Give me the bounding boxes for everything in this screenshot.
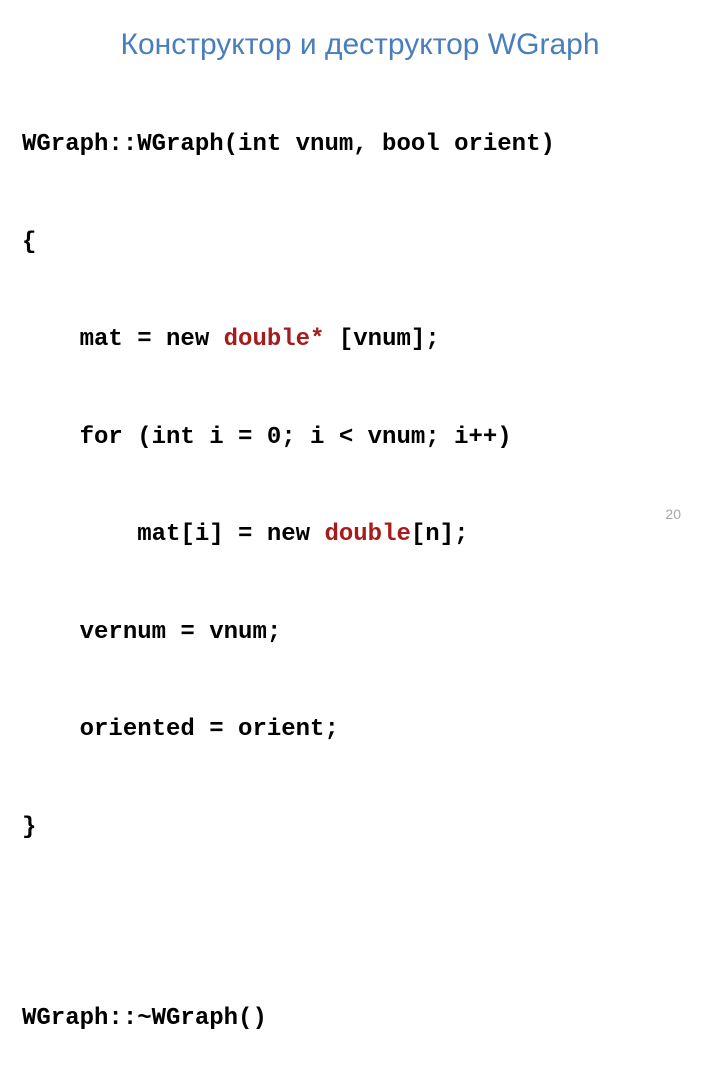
code-line: mat = new double* [vnum]; [22, 324, 692, 357]
code-line: { [22, 227, 692, 260]
code-text: [n]; [410, 521, 469, 548]
code-text: vernum = vnum; [22, 618, 282, 646]
code-text: mat = new [22, 326, 224, 353]
code-area: WGraph::WGraph(int vnum, bool orient) { … [22, 64, 692, 1080]
code-block-constructor: WGraph::WGraph(int vnum, bool orient) { … [22, 64, 692, 909]
code-keyword: double [324, 521, 411, 548]
code-line: mat[i] = new double[n]; [22, 519, 692, 552]
code-keyword: double* [223, 326, 325, 353]
code-line: WGraph::~WGraph() [22, 1003, 692, 1036]
code-line: oriented = orient; [22, 714, 692, 747]
code-line: vernum = vnum; [22, 617, 692, 650]
code-block-destructor: WGraph::~WGraph() { for (int i = 0; i < … [22, 938, 692, 1080]
code-text: mat[i] = new [22, 521, 325, 548]
code-text: WGraph::WGraph(int vnum, bool orient) [22, 131, 555, 158]
code-text: WGraph::~WGraph() [22, 1005, 267, 1032]
slide: Конструктор и деструктор WGraph WGraph::… [0, 0, 720, 1032]
page-number: 20 [665, 506, 681, 522]
page-title: Конструктор и деструктор WGraph [120, 28, 600, 62]
code-text: for (int i = 0; i < vnum; i++) [22, 423, 512, 451]
code-line: for (int i = 0; i < vnum; i++) [22, 422, 692, 455]
code-text: } [22, 813, 37, 841]
code-text: { [22, 228, 37, 256]
code-text: oriented = orient; [22, 716, 339, 743]
code-line: WGraph::WGraph(int vnum, bool orient) [22, 129, 692, 162]
code-line: } [22, 812, 692, 845]
code-text: [vnum]; [324, 326, 440, 353]
